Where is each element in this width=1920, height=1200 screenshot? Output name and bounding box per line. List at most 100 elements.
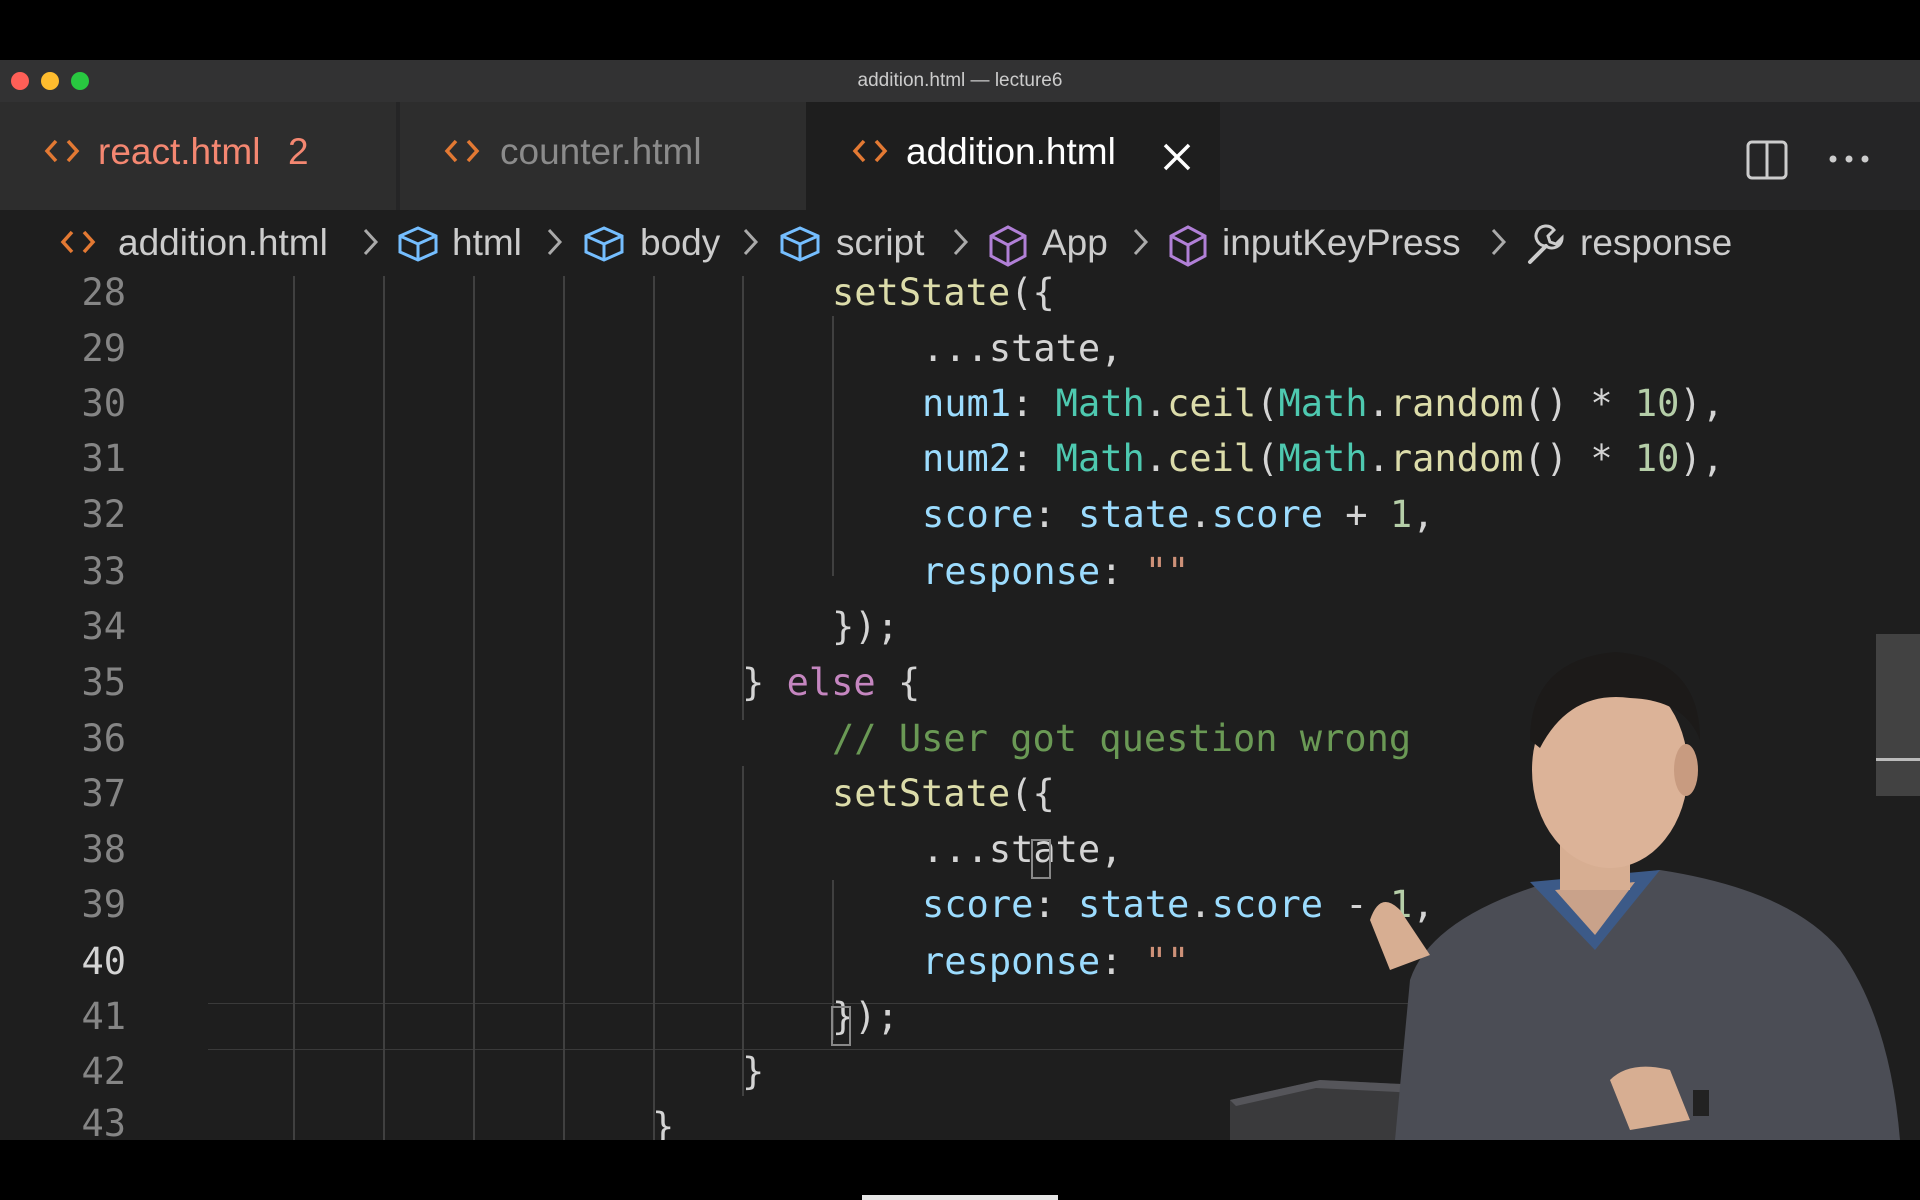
chevron-right-icon [1133,228,1149,256]
line-number: 38 [81,828,126,871]
bracket-match-highlight [831,1006,851,1046]
code-line-38: ...state, [922,828,1123,871]
line-number: 32 [81,493,126,536]
presenter-video-overlay [1230,652,1900,1140]
token-number: 10 [1634,437,1680,480]
indent-guide [563,276,565,1140]
tab-label: counter.html [500,131,702,172]
line-number: 34 [81,605,126,648]
token-punct: () * [1523,437,1635,480]
code-line-40: response: "" [922,939,1189,985]
indent-guide [473,276,475,1140]
code-line-32: score: state.score + 1, [922,492,1434,538]
token-property: score [1211,493,1324,536]
token-punct: ({ [1010,772,1055,815]
token-operator: + [1323,493,1390,536]
token-function: ceil [1167,437,1257,480]
chevron-right-icon [1491,228,1507,256]
token-property: response [922,940,1101,983]
token-class: Math [1055,437,1145,480]
line-number: 39 [81,883,126,926]
token-string: "" [1144,550,1190,593]
token-class: Math [1278,437,1368,480]
split-editor-icon[interactable] [1746,140,1788,180]
token-punct: . [1367,382,1390,425]
function-cube-icon [1169,225,1207,267]
token-punct: , [1412,493,1435,536]
element-cube-icon [584,226,624,262]
code-line-42: } [742,1050,765,1093]
code-line-30: num1: Math.ceil(Math.random() * 10), [922,381,1724,427]
code-line-33: response: "" [922,549,1189,595]
line-number: 29 [81,327,126,370]
code-line-34: }); [832,605,899,648]
token-punct: : [1100,550,1145,593]
token-punct: : [1011,382,1056,425]
token-property: num2 [922,437,1012,480]
token-class: Math [1055,382,1145,425]
indent-guide [742,276,744,720]
indent-guide [383,276,385,1140]
breadcrumb-label: addition.html [118,222,328,263]
token-punct: ( [1256,437,1279,480]
tab-label: react.html [98,131,261,172]
title-bar: addition.html — lecture6 [0,60,1920,102]
chevron-right-icon [363,228,379,256]
line-number: 28 [81,276,126,314]
token-property: score [922,493,1034,536]
code-line-43: } [652,1105,675,1140]
chevron-right-icon [547,228,563,256]
line-number: 37 [81,772,126,815]
token-punct: . [1144,437,1168,480]
code-file-icon [852,139,888,163]
token-property: response [922,550,1101,593]
breadcrumb: addition.html html body script App input… [0,210,1920,276]
indent-guide [742,766,744,1096]
chevron-right-icon [953,228,969,256]
line-number: 41 [81,995,126,1038]
code-line-31: num2: Math.ceil(Math.random() * 10), [922,436,1724,482]
element-cube-icon [780,226,820,262]
code-file-icon [44,139,80,163]
token-punct: : [1033,493,1078,536]
close-icon[interactable] [1162,142,1192,172]
token-punct: . [1367,437,1390,480]
token-number: 10 [1634,382,1680,425]
more-actions-icon[interactable] [1828,152,1870,166]
token-punct: } [742,661,787,704]
code-line-37: setState({ [832,771,1055,817]
breadcrumb-label: inputKeyPress [1222,222,1461,263]
line-number-active: 40 [81,940,126,983]
token-punct: ( [1256,382,1279,425]
token-punct: ({ [1010,276,1055,314]
indent-guide [832,316,834,576]
tab-label: addition.html [906,131,1116,172]
token-function: ceil [1167,382,1257,425]
video-progress-indicator [862,1195,1058,1200]
token-function: setState [832,772,1011,815]
code-file-icon [444,139,480,163]
line-number: 31 [81,437,126,480]
token-punct: ), [1679,437,1725,480]
window-title: addition.html — lecture6 [857,70,1063,91]
breadcrumb-label: response [1580,222,1733,263]
code-line-29: ...state, [922,327,1123,370]
bracket-match-highlight [1031,839,1051,879]
tab-react-html[interactable]: react.html 2 [0,102,398,210]
indent-guide [653,276,655,1140]
line-number: 42 [81,1050,126,1093]
tab-addition-html[interactable]: addition.html [806,102,1220,210]
token-function: random [1389,382,1524,425]
token-punct: . [1144,382,1168,425]
wrench-icon [1528,224,1564,264]
token-variable: state [1077,883,1190,926]
tab-counter-html[interactable]: counter.html [400,102,806,210]
token-keyword: else [786,661,876,704]
token-punct: { [875,661,921,704]
problems-badge: 2 [288,131,309,172]
line-number: 33 [81,550,126,593]
token-punct: () * [1523,382,1635,425]
code-line-35: } else { [742,660,920,706]
token-punct: ), [1679,382,1725,425]
token-punct: : [1100,940,1145,983]
